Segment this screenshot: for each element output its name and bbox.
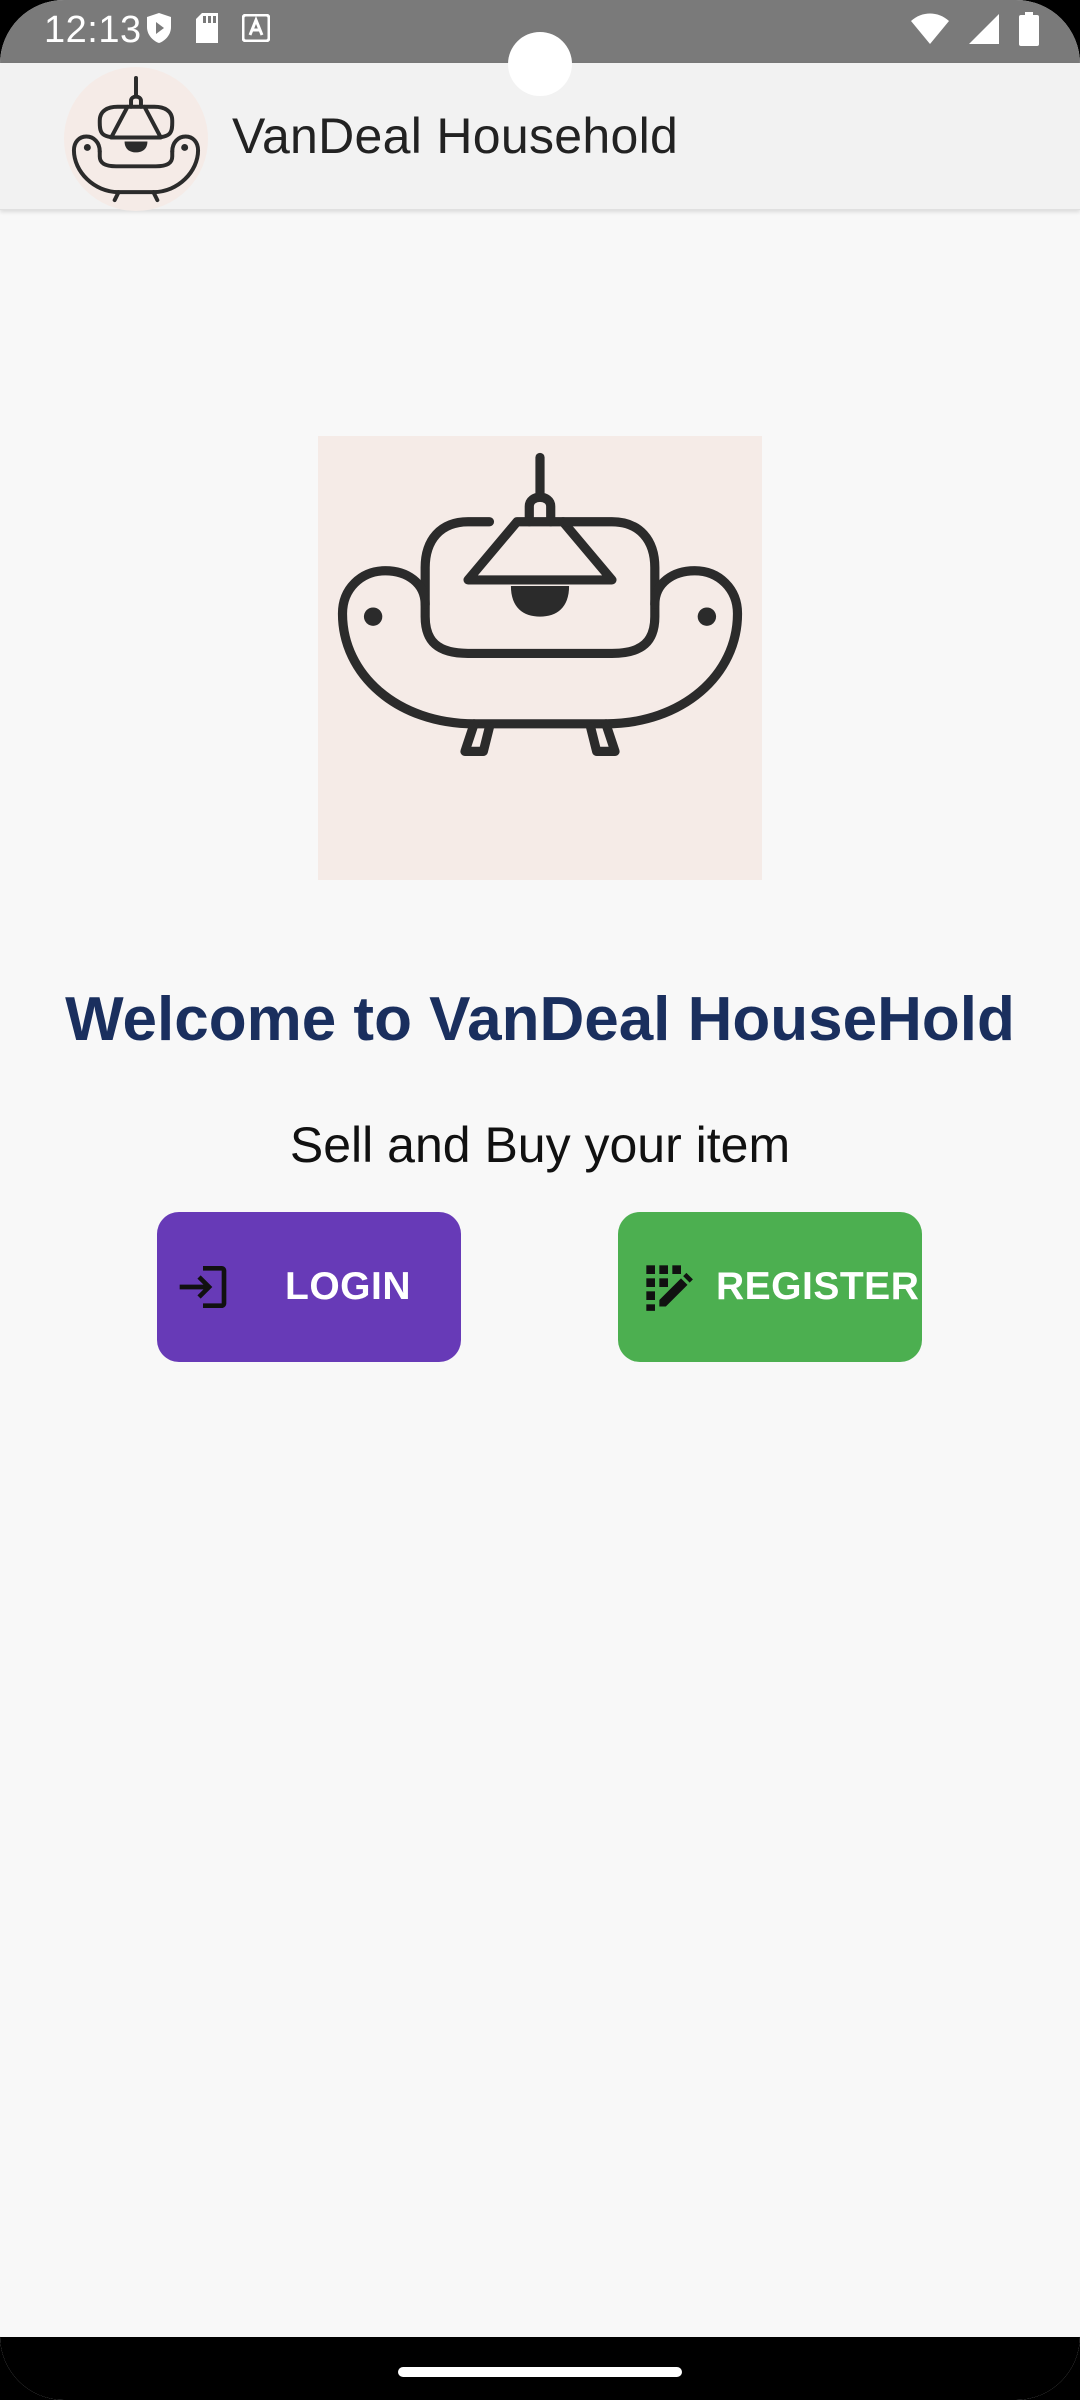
shield-play-icon (146, 12, 172, 49)
register-icon (638, 1257, 698, 1317)
welcome-title: Welcome to VanDeal HouseHold (65, 985, 1015, 1054)
login-button-label: LOGIN (285, 1265, 411, 1308)
device-screen: 12:13 VanDeal Household Welcome to VanDe… (0, 0, 1080, 2400)
font-a-icon (241, 13, 271, 47)
status-icons-left (146, 12, 271, 49)
home-gesture-handle[interactable] (398, 2367, 682, 2377)
login-button[interactable]: LOGIN (157, 1212, 461, 1362)
sd-card-icon (194, 12, 220, 49)
hero-logo-icon (318, 436, 762, 880)
signal-icon (968, 13, 1000, 50)
status-icons-right (910, 12, 1040, 51)
subtitle: Sell and Buy your item (289, 1117, 791, 1173)
app-logo-icon (64, 67, 208, 211)
register-button-label: REGISTER (716, 1265, 920, 1308)
camera-cutout (508, 32, 572, 96)
navigation-bar (0, 2337, 1080, 2400)
register-button[interactable]: REGISTER (618, 1212, 922, 1362)
wifi-icon (910, 13, 950, 50)
battery-icon (1018, 12, 1040, 51)
login-icon (173, 1257, 233, 1317)
status-time: 12:13 (44, 9, 142, 51)
app-title: VanDeal Household (232, 108, 679, 164)
